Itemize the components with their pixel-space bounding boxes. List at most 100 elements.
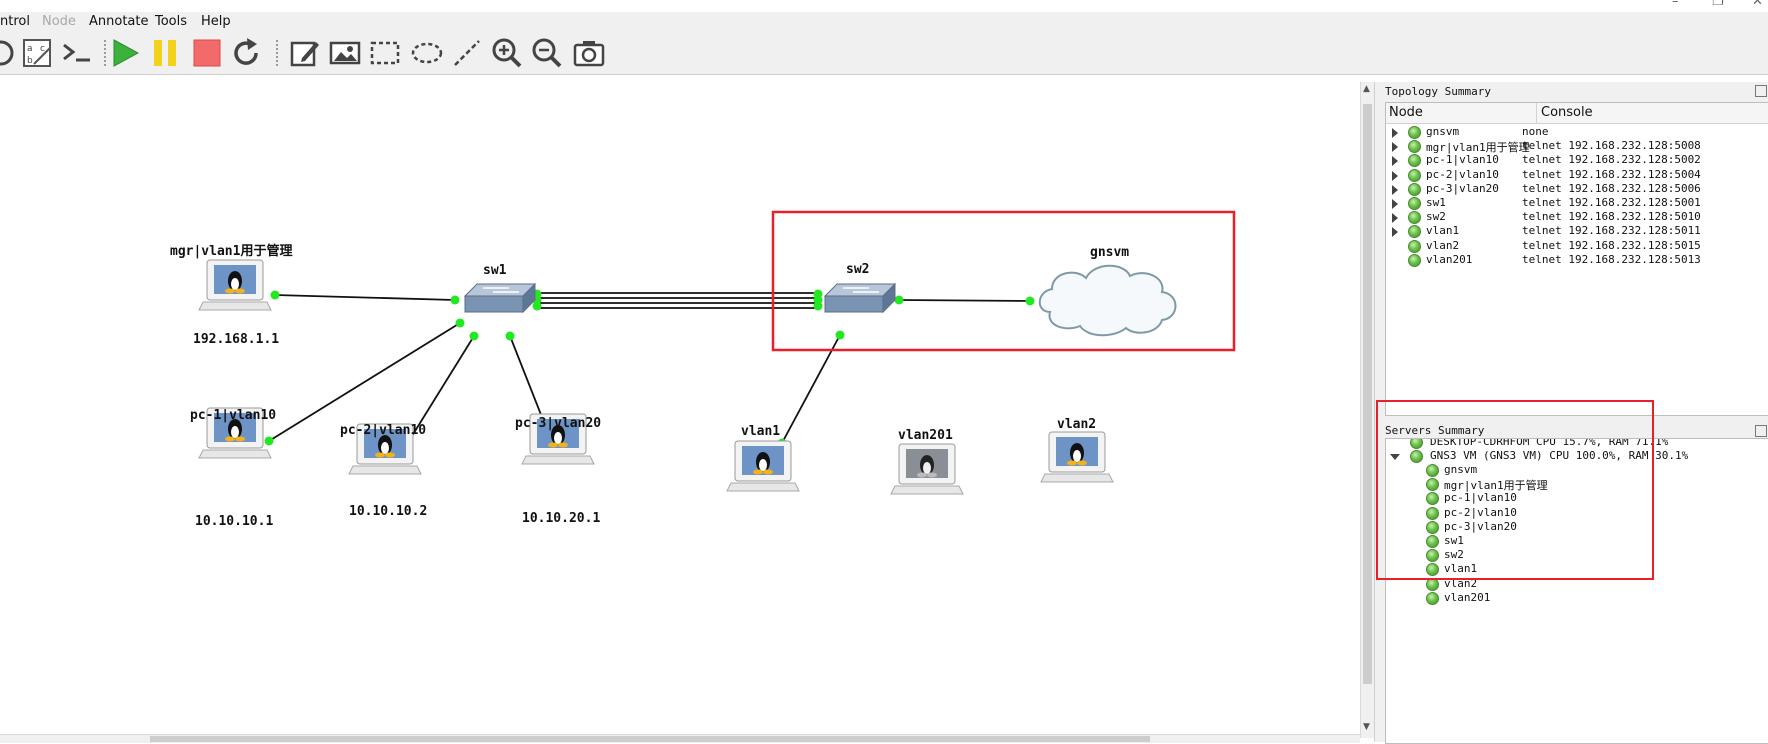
- title-bar: – ❐ ✕: [0, 0, 1768, 12]
- node-gnsvm-cloud-icon: [1038, 264, 1177, 337]
- topology-row-console: telnet 192.168.232.128:5001: [1522, 196, 1701, 209]
- expand-arrow-icon[interactable]: [1392, 142, 1398, 153]
- screenshot-icon[interactable]: [572, 36, 606, 70]
- node-label-pc3[interactable]: pc-3|vlan20: [515, 416, 601, 431]
- node-sw1-icon: [464, 283, 536, 313]
- topology-row-node: gnsvm: [1426, 125, 1460, 138]
- menu-bar: ntrol Node Annotate Tools Help: [0, 12, 1768, 32]
- start-icon[interactable]: [108, 36, 142, 70]
- node-vlan1-icon: [726, 440, 800, 492]
- scroll-up-arrow-icon[interactable]: ▲: [1363, 84, 1370, 94]
- menu-help[interactable]: Help: [201, 14, 231, 29]
- menu-tools[interactable]: Tools: [155, 14, 187, 29]
- topology-row-node: sw1: [1426, 196, 1446, 209]
- node-label-pc1[interactable]: pc-1|vlan10: [190, 408, 276, 423]
- expand-arrow-icon[interactable]: [1392, 213, 1398, 224]
- abc-icon[interactable]: acb: [20, 36, 54, 70]
- column-node[interactable]: Node: [1389, 105, 1423, 120]
- scroll-down-arrow-icon[interactable]: ▼: [1363, 722, 1370, 732]
- node-vlan201-icon: [890, 443, 964, 495]
- node-label-sw2[interactable]: sw2: [846, 262, 869, 277]
- topology-row-node: vlan1: [1426, 224, 1460, 238]
- node-ip-pc3[interactable]: 10.10.20.1: [522, 511, 600, 526]
- pause-icon[interactable]: [148, 36, 182, 70]
- topology-row[interactable]: vlan201 telnet 192.168.232.128:5013: [1386, 253, 1768, 269]
- status-dot-icon: [1408, 140, 1421, 154]
- topology-row-node: vlan201: [1426, 252, 1473, 266]
- topology-row-node: vlan2: [1426, 238, 1460, 252]
- right-dock: Topology Summary Node Console gnsvm none m…: [1374, 82, 1768, 744]
- svg-text:b: b: [27, 56, 33, 66]
- node-ip-pc1[interactable]: 10.10.10.1: [195, 514, 273, 529]
- node-label-pc2[interactable]: pc-2|vlan10: [340, 423, 426, 438]
- node-ip-pc2[interactable]: 10.10.10.2: [349, 504, 427, 519]
- zoom-in-icon[interactable]: [490, 36, 524, 70]
- topology-row-console: telnet 192.168.232.128:5015: [1522, 238, 1701, 252]
- topology-row-console: telnet 192.168.232.128:5013: [1522, 252, 1701, 266]
- status-dot-icon: [1408, 197, 1421, 210]
- draw-rectangle-icon[interactable]: [368, 36, 402, 70]
- node-label-vlan201[interactable]: vlan201: [898, 428, 953, 443]
- insert-image-icon[interactable]: [328, 36, 362, 70]
- stop-icon[interactable]: [190, 36, 224, 70]
- topology-summary-title: Topology Summary: [1385, 85, 1491, 98]
- expand-arrow-icon[interactable]: [1392, 184, 1398, 195]
- expand-arrow-icon[interactable]: [1392, 227, 1398, 238]
- topology-row-console: telnet 192.168.232.128:5011: [1522, 224, 1701, 238]
- canvas-vertical-scrollbar[interactable]: ▲ ▼: [1360, 82, 1375, 738]
- expand-arrow-icon[interactable]: [1392, 199, 1398, 209]
- expand-arrow-icon[interactable]: [1392, 128, 1398, 138]
- minimize-button[interactable]: –: [1672, 0, 1679, 9]
- topology-row-console: none: [1522, 125, 1549, 138]
- topology-canvas[interactable]: mgr|vlan1用于管理 192.168.1.1 pc-1|vlan10 10…: [0, 82, 1360, 738]
- topology-row-node: pc-3|vlan20: [1426, 181, 1499, 195]
- zoom-out-icon[interactable]: [530, 36, 564, 70]
- menu-annotate[interactable]: Annotate: [89, 14, 148, 29]
- topology-row-node: pc-2|vlan10: [1426, 167, 1499, 181]
- topology-summary-header: Node Console: [1386, 103, 1768, 124]
- topology-row-console: telnet 192.168.232.128:5002: [1522, 153, 1701, 167]
- dock-float-icon[interactable]: [1755, 425, 1767, 437]
- menu-control[interactable]: ntrol: [0, 14, 30, 29]
- dock-float-icon[interactable]: [1755, 85, 1767, 97]
- status-dot-icon: [1408, 239, 1421, 253]
- node-label-gnsvm[interactable]: gnsvm: [1090, 245, 1129, 260]
- links: [268, 292, 1031, 445]
- node-mgr-icon: [198, 259, 272, 311]
- status-dot-icon: [1408, 253, 1421, 267]
- topology-row-node: pc-1|vlan10: [1426, 153, 1499, 167]
- reload-icon[interactable]: [230, 36, 264, 70]
- topology-row-node: sw2: [1426, 210, 1446, 224]
- toolbar-separator: [104, 40, 106, 66]
- terminal-icon[interactable]: [60, 36, 94, 70]
- menu-node[interactable]: Node: [42, 14, 76, 29]
- console-icon[interactable]: [0, 36, 18, 70]
- status-dot-icon: [1408, 225, 1421, 239]
- restore-button[interactable]: ❐: [1712, 0, 1724, 9]
- server-node-label: vlan201: [1444, 590, 1491, 604]
- scrollbar-thumb[interactable]: [1363, 104, 1372, 684]
- column-console[interactable]: Console: [1536, 103, 1593, 123]
- toolbar: acb: [0, 32, 1768, 75]
- draw-ellipse-icon[interactable]: [410, 36, 444, 70]
- node-label-vlan2[interactable]: vlan2: [1057, 417, 1096, 432]
- topology-row-console: telnet 192.168.232.128:5004: [1522, 167, 1701, 181]
- topology-row-console: telnet 192.168.232.128:5006: [1522, 181, 1701, 195]
- close-button[interactable]: ✕: [1752, 0, 1763, 9]
- add-note-icon[interactable]: [288, 36, 322, 70]
- status-dot-icon: [1408, 126, 1421, 139]
- draw-line-icon[interactable]: [450, 36, 484, 70]
- node-label-mgr[interactable]: mgr|vlan1用于管理: [170, 240, 292, 259]
- scrollbar-thumb[interactable]: [150, 736, 1150, 742]
- node-label-vlan1[interactable]: vlan1: [741, 424, 780, 439]
- node-ip-mgr[interactable]: 192.168.1.1: [193, 332, 279, 347]
- topology-row-console: telnet 192.168.232.128:5008: [1522, 139, 1701, 153]
- node-label-sw1[interactable]: sw1: [483, 263, 506, 278]
- node-vlan2-icon: [1040, 431, 1114, 483]
- topology-summary-panel: Node Console gnsvm none mgr|vlan1用于管理 telne…: [1385, 102, 1768, 416]
- toolbar-separator: [276, 40, 278, 66]
- expand-arrow-icon[interactable]: [1392, 170, 1398, 181]
- topology-row-console: telnet 192.168.232.128:5010: [1522, 210, 1701, 224]
- expand-arrow-icon[interactable]: [1392, 156, 1398, 167]
- highlight-box-sw2: [771, 210, 1236, 352]
